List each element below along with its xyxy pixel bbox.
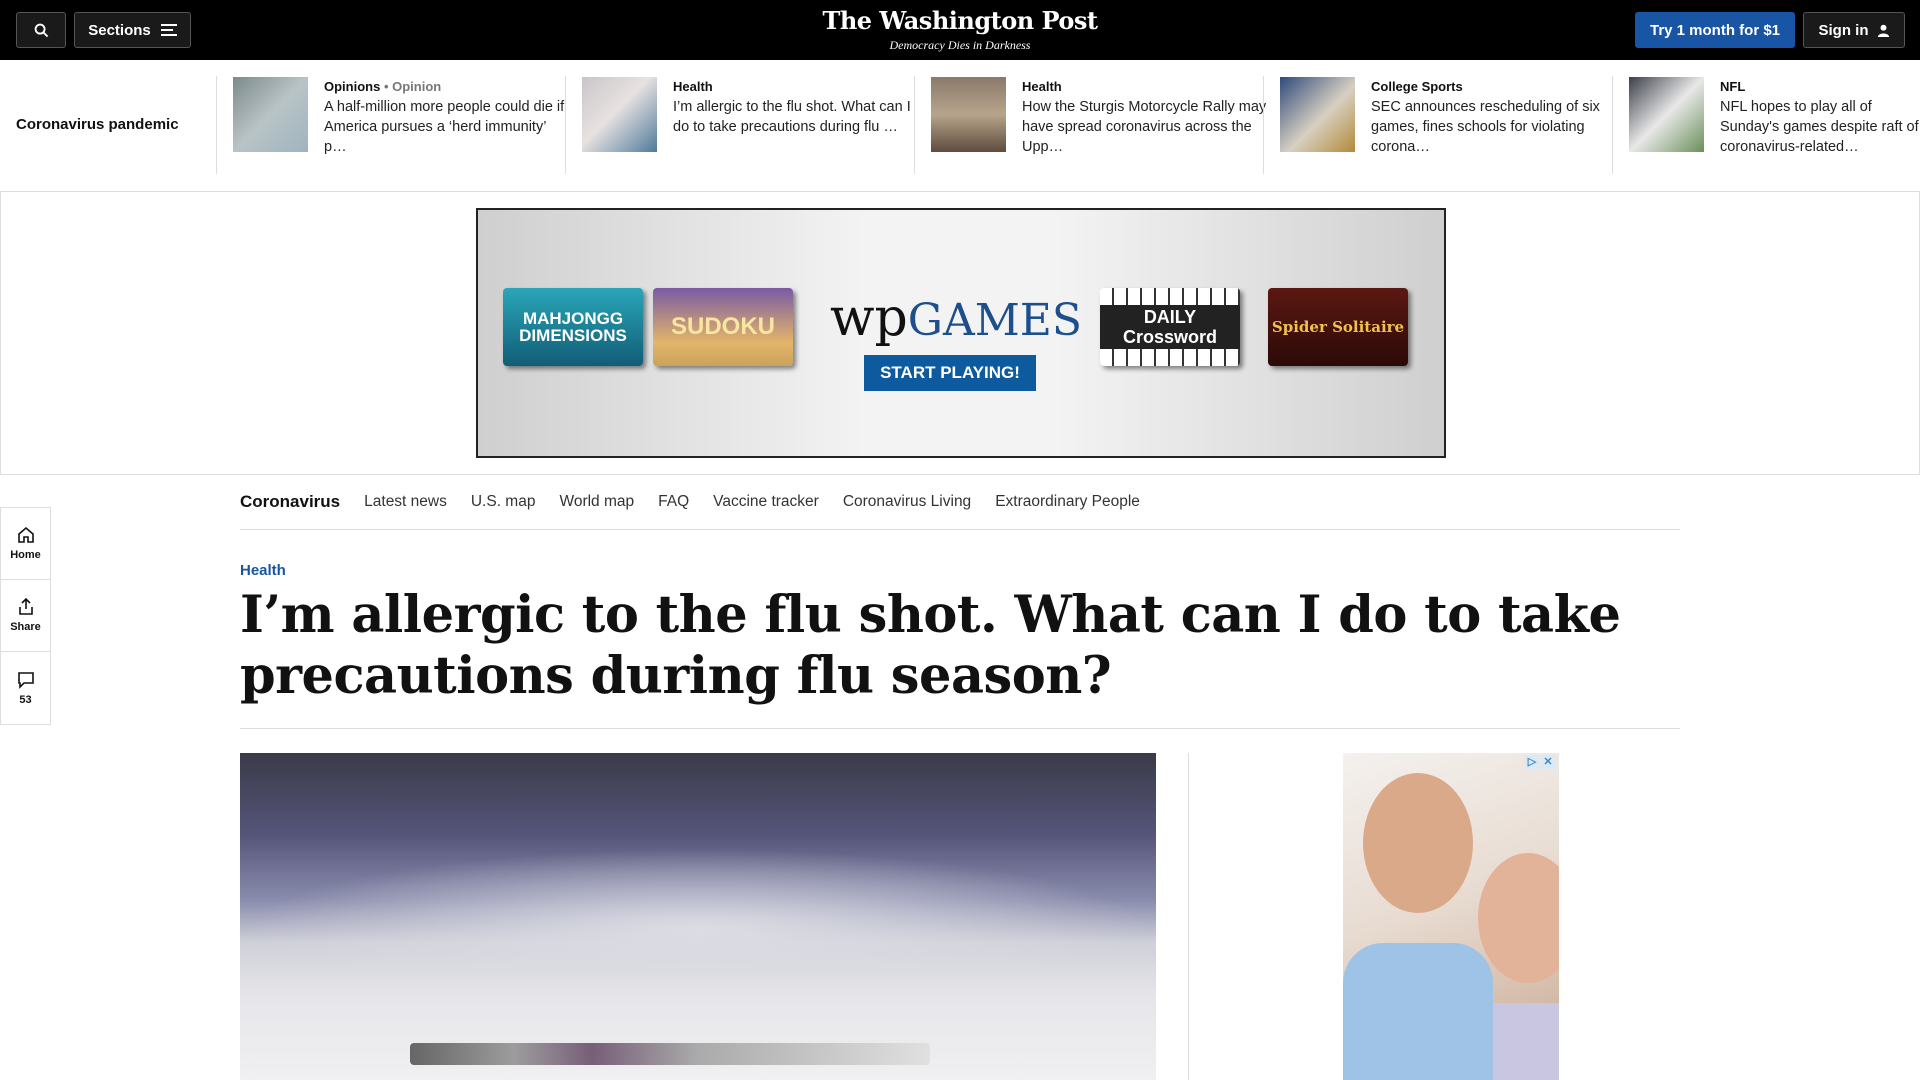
strip-divider (565, 76, 566, 174)
story-kicker: Health (673, 79, 713, 94)
top-navigation-bar: Sections The Washington Post Democracy D… (0, 0, 1920, 60)
wp-brand: wp (830, 288, 908, 348)
sign-in-button[interactable]: Sign in (1803, 12, 1905, 48)
article-kicker[interactable]: Health (240, 562, 286, 579)
related-story-card[interactable]: College Sports SEC announces reschedulin… (1280, 77, 1620, 157)
section-link-latest-news[interactable]: Latest news (364, 493, 447, 511)
home-icon (17, 526, 34, 543)
related-story-card[interactable]: Health How the Sturgis Motorcycle Rally … (931, 77, 1271, 157)
strip-divider (216, 76, 217, 174)
story-headline[interactable]: I’m allergic to the flu shot. What can I… (673, 97, 918, 137)
mahjongg-tile[interactable]: MAHJONGG DIMENSIONS (503, 288, 643, 366)
ad-figure (1343, 943, 1493, 1080)
masthead[interactable]: The Washington Post Democracy Dies in Da… (760, 6, 1160, 53)
story-thumbnail[interactable] (582, 77, 657, 152)
section-link-faq[interactable]: FAQ (658, 493, 689, 511)
strip-divider (1263, 76, 1264, 174)
menu-icon (160, 24, 177, 36)
section-nav: Coronavirus Latest news U.S. map World m… (240, 474, 1680, 530)
lead-image[interactable] (240, 753, 1156, 1080)
sign-in-label: Sign in (1818, 21, 1869, 39)
user-icon (1877, 24, 1889, 37)
close-ad-icon[interactable]: ✕ (1541, 755, 1555, 769)
story-kicker: Opinions • Opinion (324, 79, 442, 94)
story-kicker: NFL (1720, 79, 1746, 94)
crossword-tile[interactable]: DAILY Crossword (1100, 288, 1240, 366)
story-headline[interactable]: How the Sturgis Motorcycle Rally may hav… (1022, 97, 1267, 157)
sudoku-tile[interactable]: SUDOKU (653, 288, 793, 366)
section-nav-primary[interactable]: Coronavirus (240, 492, 340, 512)
related-story-card[interactable]: Opinions • Opinion A half-million more p… (233, 77, 573, 157)
sidebar-ad[interactable]: ▷ ✕ (1343, 753, 1559, 1080)
section-link-us-map[interactable]: U.S. map (471, 493, 536, 511)
section-link-world-map[interactable]: World map (559, 493, 634, 511)
sections-label: Sections (88, 21, 151, 39)
search-button[interactable] (16, 12, 66, 48)
site-logo[interactable]: The Washington Post (760, 6, 1160, 35)
related-story-card[interactable]: Health I’m allergic to the flu shot. Wha… (582, 77, 922, 157)
home-label: Home (10, 549, 41, 561)
ad-figure (1478, 853, 1559, 983)
column-divider (1188, 753, 1189, 1080)
share-label: Share (10, 621, 41, 633)
share-button[interactable]: Share (1, 580, 50, 652)
story-thumbnail[interactable] (1280, 77, 1355, 152)
comments-count: 53 (19, 693, 32, 706)
wp-games-logo[interactable]: wpGAMES START PLAYING! (830, 288, 1082, 391)
top-ad-slot: MAHJONGG DIMENSIONS SUDOKU wpGAMES START… (0, 192, 1920, 475)
related-stories-strip: Coronavirus pandemic Opinions • Opinion … (0, 60, 1920, 192)
share-icon (18, 598, 33, 615)
story-thumbnail[interactable] (233, 77, 308, 152)
story-kicker: College Sports (1371, 79, 1463, 94)
comments-button[interactable]: 53 (1, 652, 50, 724)
story-thumbnail[interactable] (931, 77, 1006, 152)
section-link-extraordinary-people[interactable]: Extraordinary People (995, 493, 1140, 511)
story-headline[interactable]: SEC announces rescheduling of six games,… (1371, 97, 1616, 157)
story-thumbnail[interactable] (1629, 77, 1704, 152)
section-link-vaccine-tracker[interactable]: Vaccine tracker (713, 493, 819, 511)
strip-divider (1612, 76, 1613, 174)
comment-icon (17, 671, 34, 689)
crossword-label: DAILY Crossword (1100, 305, 1240, 349)
ad-figure (1493, 1003, 1559, 1080)
story-headline[interactable]: A half-million more people could die if … (324, 97, 569, 157)
games-brand: GAMES (907, 295, 1083, 346)
subscribe-button[interactable]: Try 1 month for $1 (1635, 12, 1795, 48)
ad-figure (1363, 773, 1473, 913)
syringe-detail (410, 1043, 930, 1065)
solitaire-tile[interactable]: Spider Solitaire (1268, 288, 1408, 366)
headline-divider (240, 728, 1680, 729)
article-headline: I’m allergic to the flu shot. What can I… (240, 585, 1621, 706)
story-headline[interactable]: NFL hopes to play all of Sunday's games … (1720, 97, 1920, 157)
image-blur-detail (240, 848, 1156, 968)
related-story-card[interactable]: NFL NFL hopes to play all of Sunday's ga… (1629, 77, 1920, 157)
ad-choices[interactable]: ▷ ✕ (1525, 755, 1555, 769)
adchoices-icon[interactable]: ▷ (1525, 755, 1539, 769)
site-tagline: Democracy Dies in Darkness (889, 38, 1031, 52)
home-button[interactable]: Home (1, 508, 50, 580)
wp-games-ad[interactable]: MAHJONGG DIMENSIONS SUDOKU wpGAMES START… (476, 208, 1446, 458)
start-playing-button[interactable]: START PLAYING! (864, 355, 1036, 391)
strip-title: Coronavirus pandemic (16, 116, 179, 133)
sections-menu-button[interactable]: Sections (74, 12, 191, 48)
search-icon (34, 23, 48, 37)
strip-divider (914, 76, 915, 174)
story-kicker: Health (1022, 79, 1062, 94)
section-link-coronavirus-living[interactable]: Coronavirus Living (843, 493, 971, 511)
share-rail: Home Share 53 (0, 507, 51, 725)
